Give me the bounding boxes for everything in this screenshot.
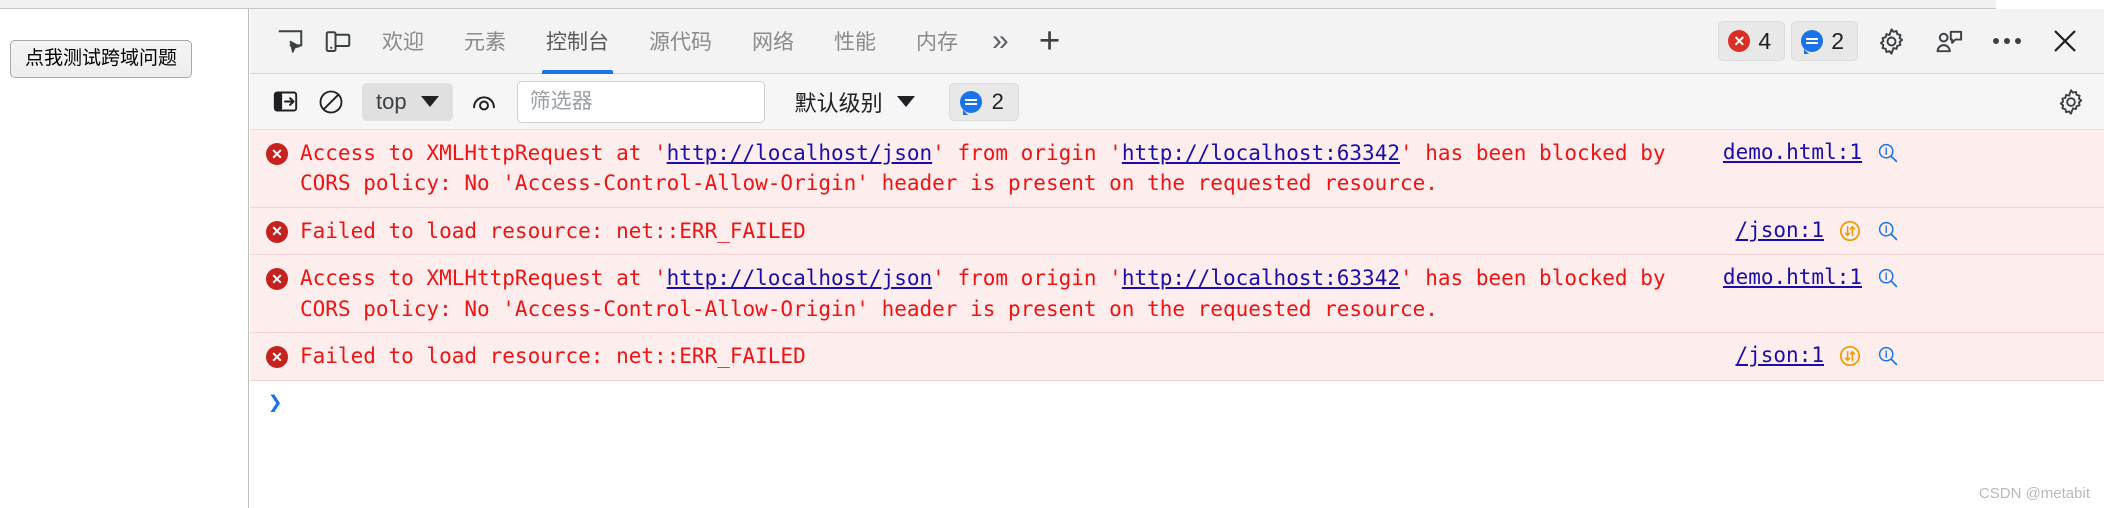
tab-label: 性能 (834, 31, 876, 54)
tab-network[interactable]: 网络 (732, 9, 814, 74)
info-count-label: 2 (991, 88, 1004, 114)
tab-label: 欢迎 (382, 31, 424, 54)
source-location-link[interactable]: /json:1 (1735, 218, 1824, 242)
console-prompt-row[interactable]: ❯ (250, 380, 2104, 423)
filter-input[interactable] (516, 80, 765, 123)
console-message-link[interactable]: http://localhost/json (667, 266, 933, 290)
console-message-text: Access to XMLHttpRequest at 'http://loca… (300, 266, 1666, 321)
browser-chrome-strip-right (1996, 0, 2104, 9)
tab-sources[interactable]: 源代码 (629, 9, 732, 74)
source-location-link[interactable]: demo.html:1 (1723, 265, 1862, 289)
tab-memory[interactable]: 内存 (896, 9, 978, 74)
error-badge-icon: ✕ (266, 346, 288, 369)
clear-console-icon[interactable] (310, 81, 352, 123)
console-filter-toolbar: top 默认级别 2 (250, 74, 2104, 130)
tab-performance[interactable]: 性能 (814, 9, 896, 74)
inspect-issue-icon[interactable] (1876, 266, 1900, 290)
error-badge-icon: ✕ (1728, 30, 1751, 52)
error-badge-icon: ✕ (266, 220, 288, 243)
error-count-pill[interactable]: ✕ 4 (1718, 21, 1786, 61)
test-cors-button[interactable]: 点我测试跨域问题 (10, 40, 193, 78)
screen-root: 点我测试跨域问题 欢迎 元素 控制台 源代码 网络 性能 内存 » + ✕ 4 … (0, 0, 2104, 508)
console-sidebar-icon[interactable] (264, 81, 306, 123)
inspect-issue-icon[interactable] (1876, 344, 1900, 368)
devtools-tabbar: 欢迎 元素 控制台 源代码 网络 性能 内存 » + ✕ 4 2 (250, 9, 2104, 74)
log-level-label: 默认级别 (794, 90, 883, 116)
close-icon[interactable] (2040, 16, 2090, 66)
console-message-row[interactable]: ✕ Access to XMLHttpRequest at 'http://loc… (250, 255, 2104, 334)
console-message-link[interactable]: http://localhost/json (667, 141, 933, 165)
execution-context-select[interactable]: top (362, 82, 453, 121)
inspect-issue-icon[interactable] (1876, 141, 1900, 165)
prompt-chevron-icon: ❯ (268, 387, 283, 416)
console-message-text: Access to XMLHttpRequest at 'http://loca… (300, 141, 1666, 196)
source-location-link[interactable]: demo.html:1 (1723, 140, 1862, 164)
info-count-pill[interactable]: 2 (948, 82, 1019, 121)
more-tabs-icon[interactable]: » (978, 9, 1023, 74)
info-bubble-icon (959, 90, 982, 115)
tab-label: 内存 (916, 31, 958, 54)
console-message-link[interactable]: http://localhost:63342 (1122, 141, 1400, 165)
error-badge-icon: ✕ (266, 268, 288, 291)
error-count-label: 4 (1758, 27, 1772, 54)
page-viewport: 点我测试跨域问题 (0, 9, 249, 508)
feedback-icon[interactable] (1924, 16, 1974, 66)
gear-icon[interactable] (1866, 16, 1916, 66)
tab-console[interactable]: 控制台 (526, 9, 629, 74)
error-badge-icon: ✕ (266, 143, 288, 165)
tab-label: 网络 (752, 31, 794, 54)
add-tab-icon[interactable]: + (1023, 9, 1077, 74)
tab-elements[interactable]: 元素 (444, 9, 526, 74)
console-message-link[interactable]: http://localhost:63342 (1122, 266, 1400, 290)
devtools-panel: 欢迎 元素 控制台 源代码 网络 性能 内存 » + ✕ 4 2 top 筛选器… (250, 9, 2104, 508)
tab-label: 控制台 (546, 31, 609, 54)
warning-count-label: 2 (1831, 27, 1844, 54)
console-message-meta: demo.html:1 (1690, 138, 1900, 165)
console-message-row[interactable]: ✕ Access to XMLHttpRequest at 'http://loc… (250, 130, 2104, 208)
tab-label: 元素 (464, 31, 506, 54)
console-message-text: Failed to load resource: net::ERR_FAILED (300, 344, 806, 369)
inspect-issue-icon[interactable] (1876, 219, 1900, 243)
network-request-icon[interactable] (1838, 344, 1862, 368)
console-settings-gear-icon[interactable] (2050, 81, 2092, 123)
device-toolbar-icon[interactable] (314, 17, 362, 65)
execution-context-label: top (376, 88, 407, 114)
console-message-list[interactable]: ✕ Access to XMLHttpRequest at 'http://loc… (250, 130, 2104, 508)
source-location-link[interactable]: /json:1 (1735, 343, 1824, 367)
tab-welcome[interactable]: 欢迎 (362, 9, 444, 74)
console-message-meta: /json:1 (1690, 216, 1900, 243)
inspect-element-icon[interactable] (266, 17, 314, 65)
more-options-dots (1993, 38, 2021, 44)
console-message-meta: /json:1 (1690, 341, 1900, 368)
info-bubble-icon (1801, 30, 1824, 54)
tab-label: 源代码 (649, 31, 712, 54)
chevron-down-icon (420, 96, 439, 107)
console-message-text: Failed to load resource: net::ERR_FAILED (300, 218, 806, 243)
console-message-meta: demo.html:1 (1690, 263, 1900, 290)
warning-count-pill[interactable]: 2 (1791, 21, 1858, 61)
console-message-row[interactable]: ✕ Failed to load resource: net::ERR_FAILE… (250, 333, 2104, 381)
console-message-row[interactable]: ✕ Failed to load resource: net::ERR_FAILE… (250, 207, 2104, 256)
more-options-icon[interactable] (1982, 16, 2032, 66)
live-expression-icon[interactable] (463, 81, 505, 123)
chevron-down-icon (896, 96, 915, 107)
network-request-icon[interactable] (1838, 219, 1862, 243)
log-level-select[interactable]: 默认级别 (783, 80, 927, 124)
